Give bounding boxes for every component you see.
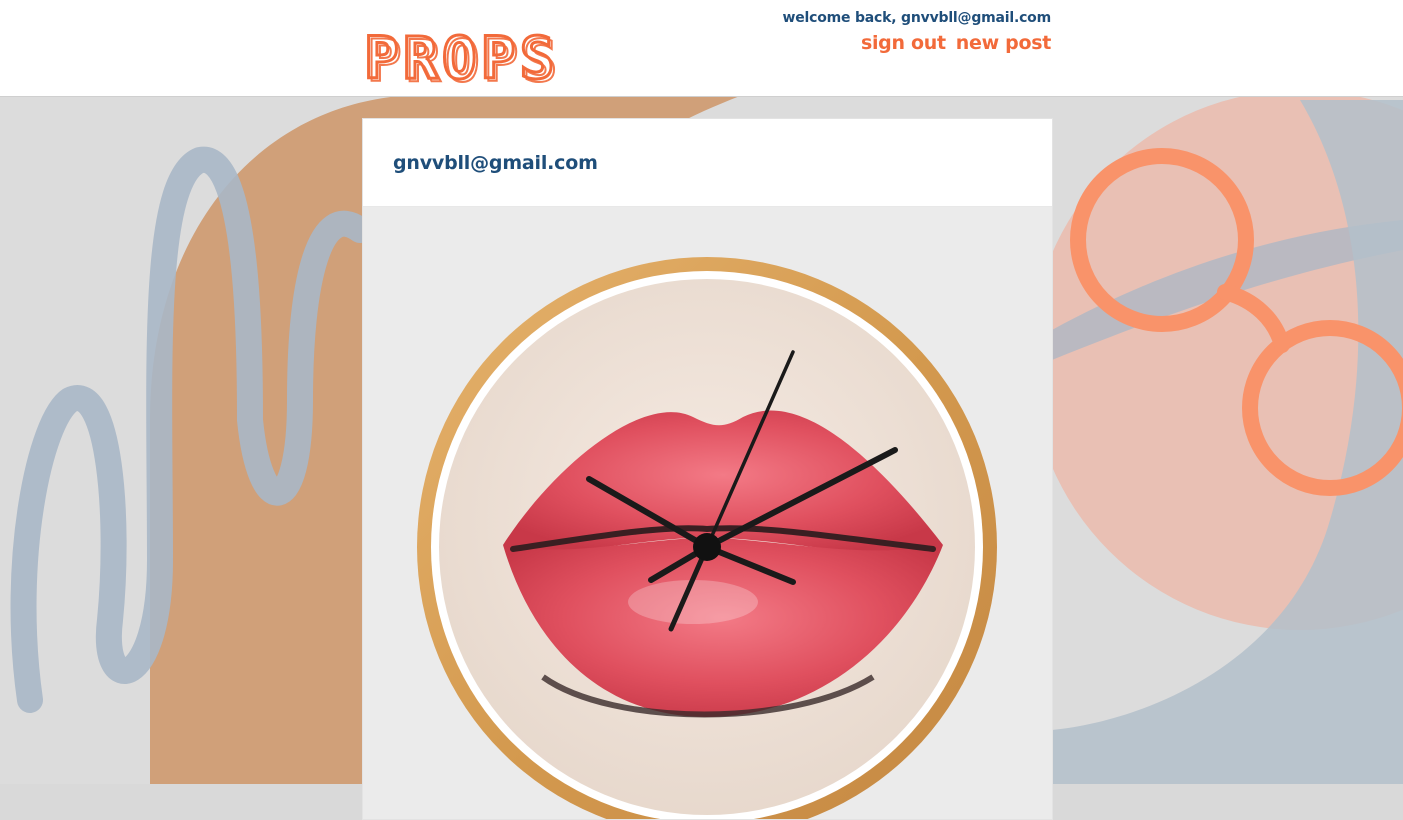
props-logo[interactable]: PROPS PROPS bbox=[362, 26, 616, 86]
new-post-link[interactable]: new post bbox=[956, 32, 1052, 54]
header-links: sign out new post bbox=[861, 32, 1051, 54]
post-card: gnvvbll@gmail.com bbox=[362, 118, 1053, 820]
post-image[interactable] bbox=[363, 207, 1052, 819]
sign-out-link[interactable]: sign out bbox=[861, 32, 946, 54]
post-author[interactable]: gnvvbll@gmail.com bbox=[393, 152, 598, 174]
top-navigation-bar: PROPS PROPS welcome back, gnvvbll@gmail.… bbox=[0, 0, 1403, 97]
post-card-header: gnvvbll@gmail.com bbox=[363, 119, 1052, 207]
welcome-message: welcome back, gnvvbll@gmail.com bbox=[782, 10, 1051, 26]
svg-text:PROPS: PROPS bbox=[367, 27, 562, 86]
